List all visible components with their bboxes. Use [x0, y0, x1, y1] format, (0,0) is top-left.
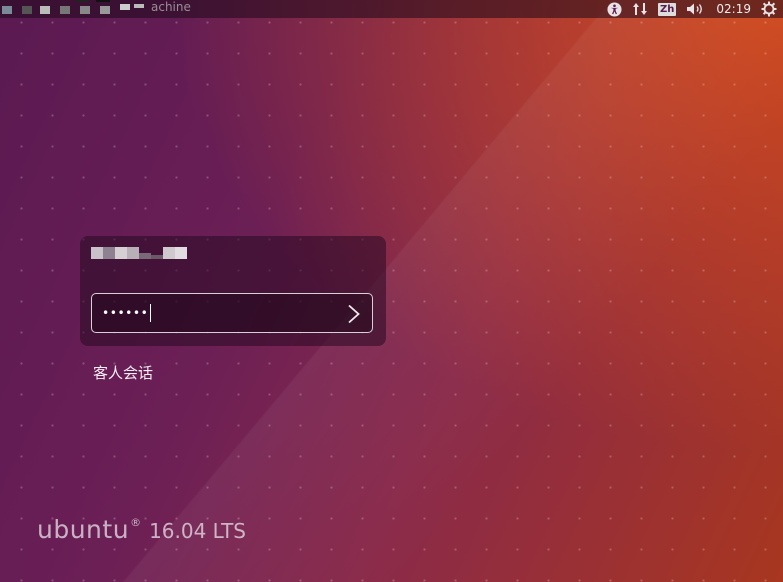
top-panel: achine Zh 02:19 — [0, 0, 783, 18]
chevron-right-icon[interactable] — [346, 304, 362, 324]
clock-label[interactable]: 02:19 — [716, 1, 751, 17]
password-masked-value: •••••• — [102, 306, 149, 320]
accessibility-icon[interactable] — [607, 1, 622, 17]
hostname-area: achine — [0, 0, 191, 18]
pixelated-username — [0, 0, 145, 30]
text-caret — [150, 304, 152, 322]
circle-of-friends-icon: ® — [130, 516, 142, 529]
pixelated-user-name[interactable] — [91, 247, 187, 261]
volume-icon[interactable] — [686, 1, 706, 17]
network-arrows-icon[interactable] — [632, 1, 648, 17]
indicator-area: Zh 02:19 — [607, 0, 783, 18]
guest-session-link[interactable]: 客人会话 — [93, 362, 153, 383]
keyboard-layout-icon[interactable]: Zh — [658, 1, 677, 17]
logo-wordmark: ubuntu — [37, 515, 130, 544]
password-input[interactable]: •••••• — [91, 293, 373, 333]
power-gear-icon[interactable] — [761, 1, 777, 17]
hostname-label: achine — [151, 0, 191, 14]
login-panel: •••••• — [80, 236, 386, 346]
ubuntu-logo: ubuntu ® 16.04 LTS — [37, 515, 246, 544]
version-label: 16.04 LTS — [149, 519, 246, 543]
keyboard-layout-label: Zh — [658, 2, 677, 16]
